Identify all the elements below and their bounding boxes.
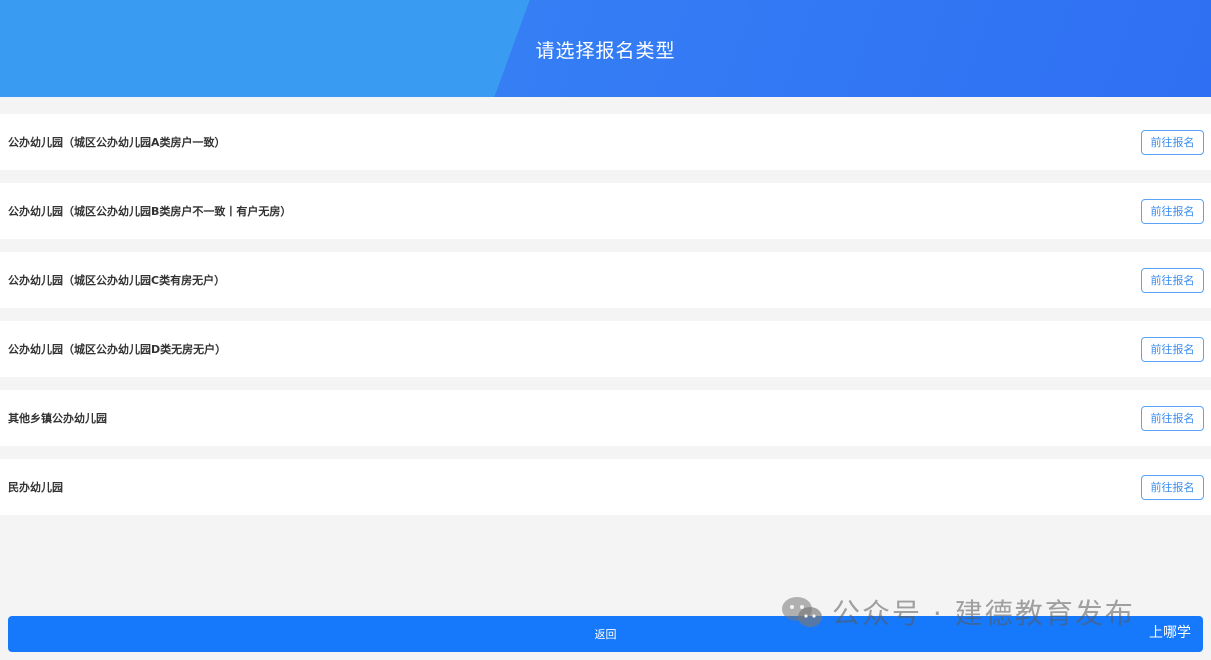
- list-item: 公办幼儿园（城区公办幼儿园D类无房无户） 前往报名: [0, 321, 1211, 377]
- list-item: 公办幼儿园（城区公办幼儿园B类房户不一致丨有户无房） 前往报名: [0, 183, 1211, 239]
- list-item: 公办幼儿园（城区公办幼儿园C类有房无户） 前往报名: [0, 252, 1211, 308]
- list-item-label: 其他乡镇公办幼儿园: [8, 412, 107, 425]
- page-title: 请选择报名类型: [535, 40, 676, 62]
- list-item-label: 公办幼儿园（城区公办幼儿园B类房户不一致丨有户无房）: [8, 205, 292, 218]
- back-button[interactable]: 返回: [8, 616, 1203, 652]
- list-item-label: 公办幼儿园（城区公办幼儿园D类无房无户）: [8, 343, 227, 356]
- list-item: 民办幼儿园 前往报名: [0, 459, 1211, 515]
- header: 请选择报名类型: [0, 0, 1211, 97]
- list-item-label: 公办幼儿园（城区公办幼儿园A类房户一致）: [8, 136, 226, 149]
- register-button[interactable]: 前往报名: [1141, 474, 1204, 500]
- list-item-label: 公办幼儿园（城区公办幼儿园C类有房无户）: [8, 274, 226, 287]
- list-item-label: 民办幼儿园: [8, 481, 63, 494]
- registration-type-list: 公办幼儿园（城区公办幼儿园A类房户一致） 前往报名 公办幼儿园（城区公办幼儿园B…: [0, 114, 1211, 528]
- register-button[interactable]: 前往报名: [1141, 129, 1204, 155]
- register-button[interactable]: 前往报名: [1141, 336, 1204, 362]
- register-button[interactable]: 前往报名: [1141, 405, 1204, 431]
- register-button[interactable]: 前往报名: [1141, 267, 1204, 293]
- list-item: 公办幼儿园（城区公办幼儿园A类房户一致） 前往报名: [0, 114, 1211, 170]
- list-item: 其他乡镇公办幼儿园 前往报名: [0, 390, 1211, 446]
- register-button[interactable]: 前往报名: [1141, 198, 1204, 224]
- page: 请选择报名类型 公办幼儿园（城区公办幼儿园A类房户一致） 前往报名 公办幼儿园（…: [0, 0, 1211, 660]
